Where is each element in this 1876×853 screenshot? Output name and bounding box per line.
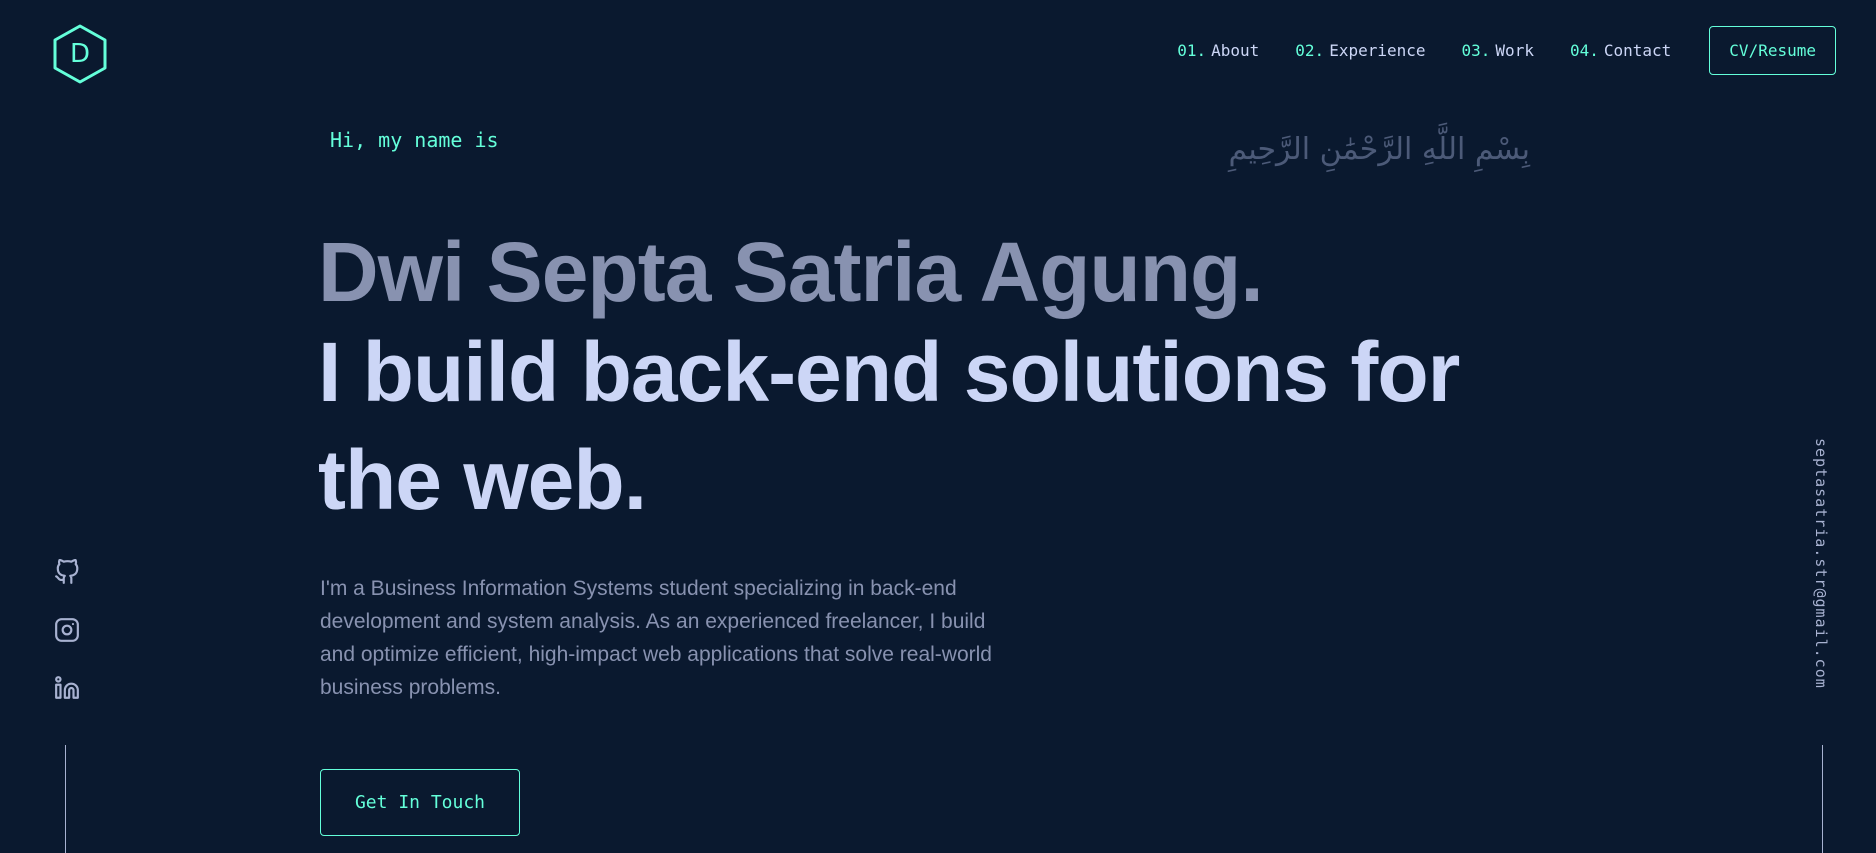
nav-item-contact[interactable]: 04. Contact <box>1570 41 1671 60</box>
nav-item-about[interactable]: 01. About <box>1177 41 1259 60</box>
nav-label: Work <box>1495 40 1534 60</box>
nav-item-experience[interactable]: 02. Experience <box>1295 41 1425 60</box>
email-link[interactable]: septasatria.str@gmail.com <box>1812 438 1830 689</box>
get-in-touch-button[interactable]: Get In Touch <box>320 769 520 836</box>
github-icon <box>55 559 79 584</box>
hero-intro: I'm a Business Information Systems stude… <box>320 577 992 699</box>
nav-label: Experience <box>1329 40 1426 60</box>
github-link[interactable] <box>54 559 80 585</box>
linkedin-icon <box>55 676 79 699</box>
hero-name: Dwi Septa Satria Agung. <box>318 225 1264 319</box>
nav-number: 02. <box>1295 40 1325 60</box>
nav-label: About <box>1211 40 1260 60</box>
nav-label: Contact <box>1603 40 1672 60</box>
instagram-link[interactable] <box>54 617 80 643</box>
main-nav: 01. About 02. Experience 03. Work 04. Contac… <box>1177 0 1836 100</box>
nav-number: 04. <box>1569 40 1599 60</box>
nav-item-work[interactable]: 03. Work <box>1462 41 1534 60</box>
instagram-icon <box>55 618 79 642</box>
right-rail-line <box>1822 745 1823 853</box>
hero-tagline: I build back-end solutions for the web. <box>318 325 1460 527</box>
resume-button[interactable]: CV/Resume <box>1709 25 1836 75</box>
left-rail-line <box>65 745 66 853</box>
nav-number: 01. <box>1177 40 1207 60</box>
linkedin-link[interactable] <box>54 675 80 701</box>
nav-number: 03. <box>1461 40 1491 60</box>
logo-link[interactable]: D <box>52 24 108 84</box>
hero-greeting: Hi, my name is <box>330 128 499 152</box>
logo-letter: D <box>69 39 91 69</box>
arabic-basmala: بِسْمِ اللَّهِ الرَّحْمَٰنِ الرَّحِيمِ <box>1228 132 1530 167</box>
